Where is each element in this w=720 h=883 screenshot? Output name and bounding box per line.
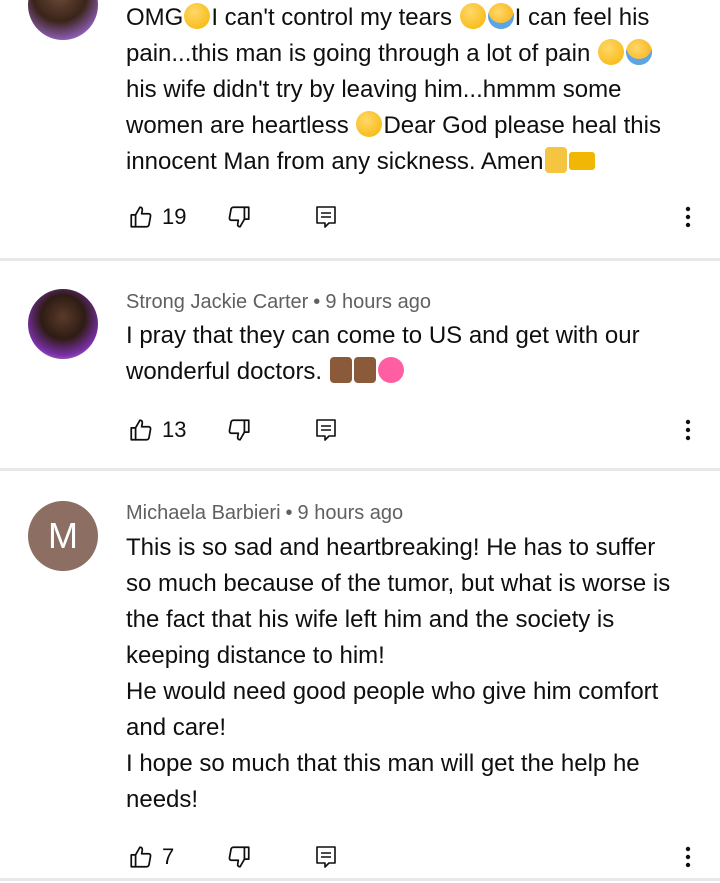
author-name[interactable]: Michaela Barbieri bbox=[126, 502, 281, 524]
comment-text: OMG I can't control my tears I can feel h… bbox=[126, 0, 701, 180]
like-button[interactable]: 19 bbox=[128, 199, 186, 235]
more-options-button[interactable] bbox=[676, 199, 700, 235]
comment-line: He would need good people who give him c… bbox=[126, 678, 659, 705]
comment-line: women are heartless Dear God please heal… bbox=[126, 111, 661, 139]
thumbs-down-icon bbox=[228, 419, 250, 441]
crying-face-icon bbox=[625, 39, 652, 65]
avatar[interactable] bbox=[28, 289, 98, 359]
comment-time: 9 hours ago bbox=[325, 291, 431, 313]
comment-line: needs! bbox=[126, 786, 199, 813]
comment-line: I pray that they can come to US and get … bbox=[126, 322, 640, 349]
comment-line: innocent Man from any sickness. Amen bbox=[126, 144, 701, 180]
avatar[interactable]: M bbox=[28, 501, 98, 571]
comment-line: his wife didn't try by leaving him...hmm… bbox=[126, 76, 622, 103]
thumbs-up-icon bbox=[130, 846, 152, 868]
more-vertical-icon bbox=[685, 846, 691, 868]
more-options-button[interactable] bbox=[676, 839, 700, 875]
reply-button[interactable] bbox=[314, 839, 338, 875]
comment-time: 9 hours ago bbox=[297, 502, 404, 524]
folded-hands-icon bbox=[329, 357, 352, 383]
meta-separator: • bbox=[313, 291, 321, 313]
comment-line: OMG I can't control my tears I can feel h… bbox=[126, 3, 650, 31]
reply-icon bbox=[316, 846, 336, 868]
more-vertical-icon bbox=[685, 419, 691, 441]
thumbs-up-icon bbox=[130, 206, 152, 228]
folded-hands-icon bbox=[544, 147, 567, 173]
comment-actions: 7 bbox=[0, 839, 720, 875]
thumbs-down-icon bbox=[228, 206, 250, 228]
comment-line: the fact that his wife left him and the … bbox=[126, 606, 615, 633]
reply-button[interactable] bbox=[314, 199, 338, 235]
pensive-face-icon bbox=[597, 39, 624, 65]
pensive-face-icon bbox=[459, 3, 486, 29]
dislike-button[interactable] bbox=[226, 412, 252, 448]
like-button[interactable]: 7 bbox=[128, 839, 174, 875]
dislike-button[interactable] bbox=[226, 199, 252, 235]
comment-actions: 13 bbox=[0, 412, 720, 448]
divider bbox=[0, 468, 720, 471]
like-count: 7 bbox=[162, 844, 175, 869]
meta-separator: • bbox=[285, 502, 293, 524]
reply-icon bbox=[316, 419, 336, 441]
thumbs-up-icon bbox=[130, 419, 152, 441]
comment-line: and care! bbox=[126, 714, 227, 741]
comment-meta: Michaela Barbieri • 9 hours ago bbox=[126, 502, 403, 525]
reply-icon bbox=[316, 206, 336, 228]
comment-line: keeping distance to him! bbox=[126, 642, 385, 669]
comment-line: wonderful doctors. bbox=[126, 354, 701, 390]
divider bbox=[0, 258, 720, 261]
comment-meta: Strong Jackie Carter • 9 hours ago bbox=[126, 291, 431, 314]
sad-face-icon bbox=[184, 3, 211, 29]
more-vertical-icon bbox=[685, 206, 691, 228]
two-hearts-icon bbox=[377, 357, 404, 383]
thumbs-down-icon bbox=[228, 846, 250, 868]
comment-line: so much because of the tumor, but what i… bbox=[126, 570, 671, 597]
comment-line: I hope so much that this man will get th… bbox=[126, 750, 640, 777]
like-count: 19 bbox=[162, 204, 187, 229]
reply-button[interactable] bbox=[314, 412, 338, 448]
like-button[interactable]: 13 bbox=[128, 412, 186, 448]
like-count: 13 bbox=[162, 417, 187, 442]
folded-hands-icon bbox=[353, 357, 376, 383]
comment-actions: 19 bbox=[0, 199, 720, 235]
comment-line: pain...this man is going through a lot o… bbox=[126, 36, 701, 72]
dislike-button[interactable] bbox=[226, 839, 252, 875]
crying-face-icon bbox=[487, 3, 514, 29]
avatar[interactable] bbox=[28, 0, 98, 40]
comment-text: This is so sad and heartbreaking! He has… bbox=[126, 530, 701, 818]
author-name[interactable]: Strong Jackie Carter bbox=[126, 291, 308, 313]
comment-text: I pray that they can come to US and get … bbox=[126, 318, 701, 390]
sad-face-icon bbox=[356, 111, 383, 137]
crown-icon bbox=[568, 152, 595, 170]
comment-line: This is so sad and heartbreaking! He has… bbox=[126, 534, 656, 561]
more-options-button[interactable] bbox=[676, 412, 700, 448]
divider bbox=[0, 878, 720, 881]
